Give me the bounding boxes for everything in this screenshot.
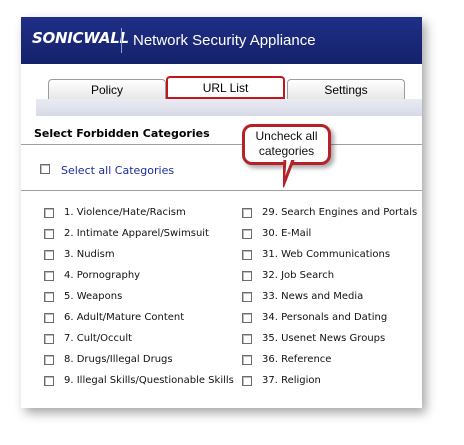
category-left-label: 7. Cult/Occult <box>64 333 133 344</box>
category-left-label: 3. Nudism <box>64 249 115 260</box>
brand-logo: SONICWALL <box>32 29 129 47</box>
tab-settings[interactable]: Settings <box>287 79 405 99</box>
category-left-label: 2. Intimate Apparel/Swimsuit <box>64 228 209 239</box>
select-all-link[interactable]: Select all Categories <box>61 164 174 177</box>
category-right-checkbox[interactable] <box>242 208 252 218</box>
callout-pointer <box>283 160 295 188</box>
section-title: Select Forbidden Categories <box>34 127 210 140</box>
category-right-checkbox[interactable] <box>242 334 252 344</box>
header-divider <box>121 28 122 53</box>
app-title: Network Security Appliance <box>133 32 316 49</box>
category-right-label: 29. Search Engines and Portals <box>262 207 418 218</box>
callout-line-1: Uncheck all <box>255 129 318 143</box>
category-right-label: 34. Personals and Dating <box>262 312 388 323</box>
category-left-checkbox[interactable] <box>44 355 54 365</box>
tab-url-list[interactable]: URL List <box>166 76 285 99</box>
category-left-label: 9. Illegal Skills/Questionable Skills <box>64 375 234 386</box>
tab-policy[interactable]: Policy <box>48 79 166 99</box>
section-divider-top <box>21 144 422 145</box>
section-divider-bottom <box>21 190 422 191</box>
category-left-checkbox[interactable] <box>44 229 54 239</box>
category-left-label: 8. Drugs/Illegal Drugs <box>64 354 173 365</box>
category-left-checkbox[interactable] <box>44 334 54 344</box>
category-left-checkbox[interactable] <box>44 313 54 323</box>
category-left-checkbox[interactable] <box>44 208 54 218</box>
callout-line-2: categories <box>258 144 315 158</box>
category-right-checkbox[interactable] <box>242 313 252 323</box>
category-right-checkbox[interactable] <box>242 250 252 260</box>
category-right-checkbox[interactable] <box>242 292 252 302</box>
header-bar: SONICWALL Network Security Appliance <box>21 17 422 64</box>
category-left-label: 1. Violence/Hate/Racism <box>64 207 186 218</box>
category-right-checkbox[interactable] <box>242 229 252 239</box>
category-left-label: 6. Adult/Mature Content <box>64 312 185 323</box>
category-right-checkbox[interactable] <box>242 376 252 386</box>
callout-annotation: Uncheck all categories <box>242 124 331 165</box>
category-right-label: 36. Reference <box>262 354 332 365</box>
category-left-checkbox[interactable] <box>44 250 54 260</box>
category-right-label: 30. E-Mail <box>262 228 312 239</box>
category-right-label: 37. Religion <box>262 375 321 386</box>
category-left-checkbox[interactable] <box>44 376 54 386</box>
category-left-label: 5. Weapons <box>64 291 123 302</box>
category-right-label: 31. Web Communications <box>262 249 391 260</box>
category-left-checkbox[interactable] <box>44 292 54 302</box>
category-right-label: 33. News and Media <box>262 291 364 302</box>
category-right-checkbox[interactable] <box>242 271 252 281</box>
category-right-label: 32. Job Search <box>262 270 335 281</box>
category-right-label: 35. Usenet News Groups <box>262 333 386 344</box>
category-right-checkbox[interactable] <box>242 355 252 365</box>
category-left-checkbox[interactable] <box>44 271 54 281</box>
tab-strip <box>36 99 422 116</box>
select-all-checkbox[interactable] <box>40 164 50 174</box>
app-window: SONICWALL Network Security Appliance Pol… <box>21 17 422 408</box>
category-left-label: 4. Pornography <box>64 270 141 281</box>
